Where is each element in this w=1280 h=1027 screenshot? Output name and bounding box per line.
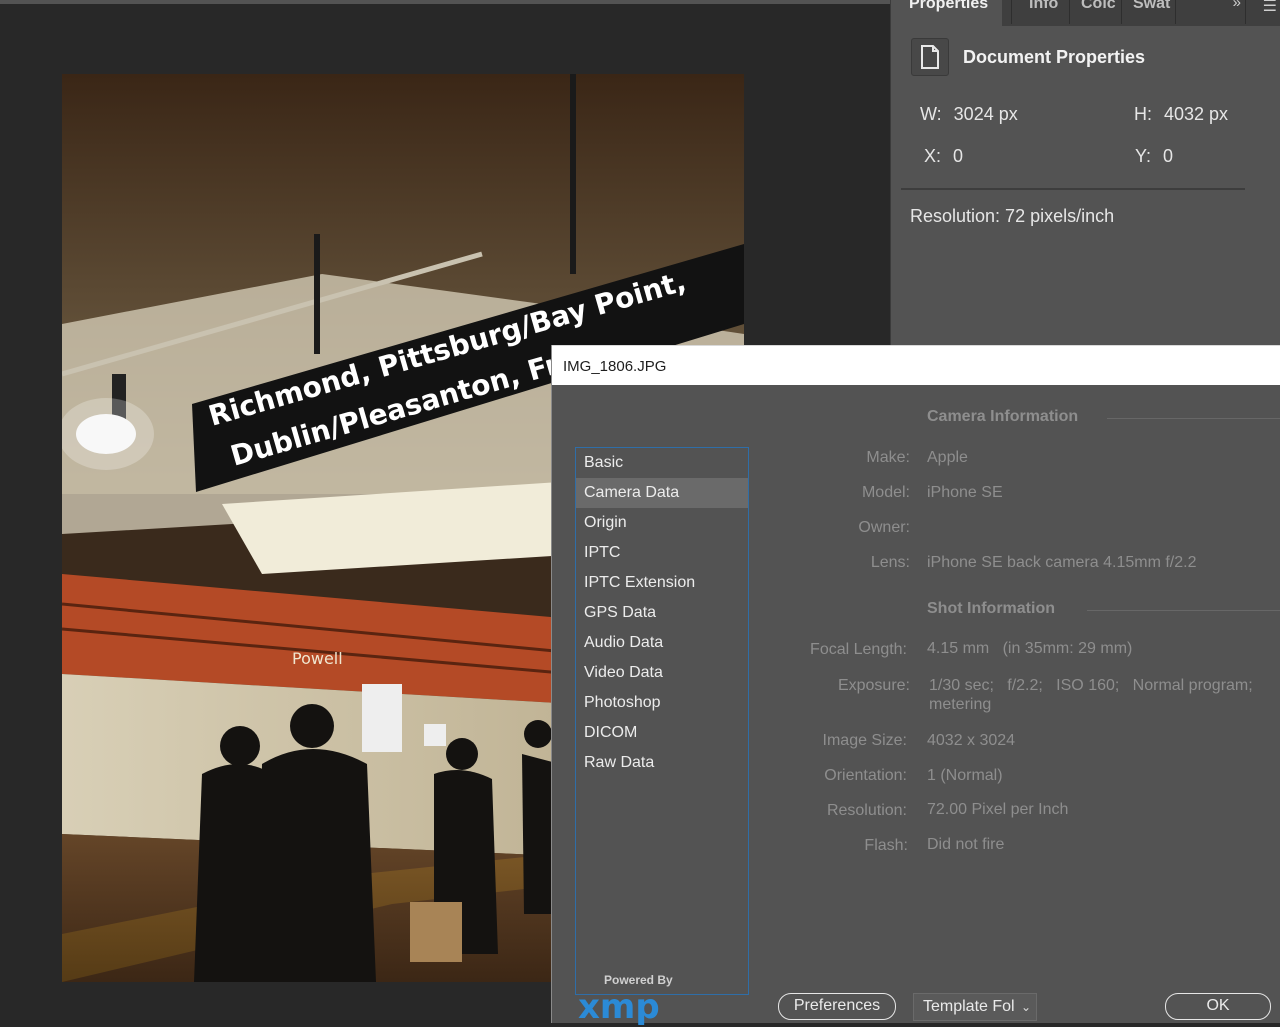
flash-value[interactable]: Did not fire	[927, 836, 1004, 854]
category-camera-data[interactable]: Camera Data	[576, 478, 748, 508]
document-properties-header: Document Properties	[911, 37, 1145, 77]
owner-label: Owner:	[858, 519, 910, 536]
properties-panel: Properties Info Colc Swat » ☰ Document P…	[890, 0, 1280, 346]
document-icon	[911, 38, 949, 76]
panel-divider	[901, 188, 1245, 190]
powered-by-label: Powered By	[604, 973, 673, 987]
tab-separator	[1011, 0, 1012, 24]
file-info-dialog: IMG_1806.JPG Basic Camera Data Origin IP…	[551, 345, 1280, 1027]
section-rule	[1087, 610, 1280, 611]
camera-information-title: Camera Information	[927, 408, 1079, 425]
make-label: Make:	[866, 449, 910, 466]
resolution-text: Resolution: 72 pixels/inch	[910, 206, 1115, 226]
document-properties-title: Document Properties	[963, 46, 1146, 67]
y-label: Y:	[1135, 146, 1152, 166]
tab-separator	[1069, 0, 1070, 24]
exposure-value-continued[interactable]: metering	[929, 696, 991, 714]
hamburger-icon[interactable]: ☰	[1263, 0, 1277, 16]
exposure-value[interactable]: 1/30 sec; f/2.2; ISO 160; Normal program…	[929, 677, 1253, 695]
double-chevron-right-icon[interactable]: »	[1233, 0, 1241, 11]
station-name: Powell	[292, 649, 343, 668]
image-size-label: Image Size:	[822, 732, 907, 749]
focal-length-value[interactable]: 4.15 mm (in 35mm: 29 mm)	[927, 640, 1132, 658]
template-folder-dropdown[interactable]: Template Fol ⌄	[913, 993, 1037, 1021]
section-rule	[1107, 418, 1280, 419]
ok-button[interactable]: OK	[1165, 993, 1271, 1020]
dialog-title: IMG_1806.JPG	[563, 358, 667, 375]
y-field[interactable]: Y: 0	[1135, 146, 1173, 167]
dialog-titlebar[interactable]: IMG_1806.JPG	[552, 345, 1280, 385]
dialog-body: Basic Camera Data Origin IPTC IPTC Exten…	[552, 385, 1280, 1027]
tab-color[interactable]: Colc	[1081, 0, 1116, 26]
exposure-label: Exposure:	[837, 677, 910, 694]
category-raw-data[interactable]: Raw Data	[576, 748, 748, 778]
category-audio-data[interactable]: Audio Data	[576, 628, 748, 658]
image-size-value[interactable]: 4032 x 3024	[927, 732, 1015, 750]
orientation-value[interactable]: 1 (Normal)	[927, 767, 1003, 785]
category-iptc[interactable]: IPTC	[576, 538, 748, 568]
xmp-logo-text: xmp	[578, 987, 660, 1027]
preferences-button[interactable]: Preferences	[778, 993, 896, 1020]
category-basic[interactable]: Basic	[576, 448, 748, 478]
resolution-label: Resolution:	[826, 802, 907, 819]
lens-value[interactable]: iPhone SE back camera 4.15mm f/2.2	[927, 554, 1196, 572]
chevron-down-icon: ⌄	[1020, 1000, 1031, 1014]
category-dicom[interactable]: DICOM	[576, 718, 748, 748]
category-video-data[interactable]: Video Data	[576, 658, 748, 688]
canvas-top-border	[0, 0, 890, 4]
category-photoshop[interactable]: Photoshop	[576, 688, 748, 718]
shot-information-title: Shot Information	[927, 600, 1055, 617]
panel-tab-bar: Properties Info Colc Swat » ☰	[891, 0, 1280, 26]
width-field[interactable]: W: 3024 px	[920, 104, 1018, 125]
category-origin[interactable]: Origin	[576, 508, 748, 538]
tab-separator	[1121, 0, 1122, 24]
category-list[interactable]: Basic Camera Data Origin IPTC IPTC Exten…	[575, 447, 749, 995]
width-value[interactable]: 3024 px	[954, 104, 1018, 124]
template-folder-label: Template Fol	[923, 998, 1015, 1015]
height-value[interactable]: 4032 px	[1164, 104, 1228, 124]
category-iptc-extension[interactable]: IPTC Extension	[576, 568, 748, 598]
x-label: X:	[924, 146, 942, 166]
orientation-label: Orientation:	[824, 767, 907, 784]
flash-label: Flash:	[864, 837, 908, 854]
category-gps-data[interactable]: GPS Data	[576, 598, 748, 628]
y-value[interactable]: 0	[1163, 146, 1173, 166]
lens-label: Lens:	[870, 554, 910, 571]
x-field[interactable]: X: 0	[924, 146, 963, 167]
resolution-value[interactable]: 72.00 Pixel per Inch	[927, 801, 1068, 819]
tab-separator	[1245, 0, 1246, 24]
tab-properties[interactable]: Properties	[891, 0, 1003, 26]
tab-separator	[1175, 0, 1176, 24]
x-value[interactable]: 0	[953, 146, 963, 166]
xmp-logo: Powered By xmp	[578, 971, 678, 1027]
make-value[interactable]: Apple	[927, 449, 968, 467]
height-field[interactable]: H: 4032 px	[1134, 104, 1228, 125]
model-label: Model:	[861, 484, 910, 501]
width-label: W:	[920, 104, 942, 124]
model-value[interactable]: iPhone SE	[927, 484, 1003, 502]
tab-info[interactable]: Info	[1029, 0, 1058, 26]
height-label: H:	[1134, 104, 1152, 124]
focal-length-label: Focal Length:	[810, 641, 907, 658]
tab-swatches[interactable]: Swat	[1133, 0, 1170, 26]
